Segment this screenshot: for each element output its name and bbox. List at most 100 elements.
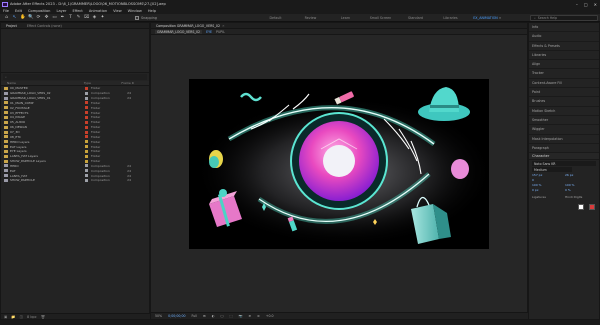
rectangle-tool-icon[interactable]: ▭	[52, 15, 57, 20]
pen-tool-icon[interactable]: ✒	[60, 15, 65, 20]
new-folder-icon[interactable]: 📁	[11, 315, 15, 319]
workspace-small-screen[interactable]: Small Screen	[363, 16, 398, 20]
label-color-swatch[interactable]	[85, 145, 88, 149]
menu-animation[interactable]: Animation	[89, 9, 107, 13]
menu-file[interactable]: File	[3, 9, 9, 13]
label-color-swatch[interactable]	[85, 86, 88, 90]
label-color-swatch[interactable]	[85, 111, 88, 115]
horizontal-scale-value[interactable]: 100 %	[565, 183, 596, 187]
font-size-value[interactable]: 157 px	[532, 173, 563, 177]
label-color-swatch[interactable]	[85, 164, 88, 168]
column-name[interactable]: Name	[1, 81, 84, 85]
menu-window[interactable]: Window	[128, 9, 142, 13]
brush-tool-icon[interactable]: ✎	[76, 15, 81, 20]
label-color-swatch[interactable]	[85, 140, 88, 144]
ligatures-checkbox[interactable]: Ligatures	[532, 195, 563, 199]
help-search-field[interactable]: ⌕ Search Help	[530, 15, 598, 21]
workspace-libraries[interactable]: Libraries	[433, 16, 468, 20]
leading-value[interactable]: 26 px	[565, 173, 596, 177]
home-icon[interactable]: ⌂	[4, 15, 9, 20]
project-row[interactable]: GRAMMAR_LOGO_VERS_02 Composition 24	[1, 91, 149, 96]
workspace-ex-animation[interactable]: EX_ANIMATION	[468, 16, 503, 20]
panel-smoother[interactable]: Smoother	[529, 116, 599, 126]
new-comp-icon[interactable]: ◫	[20, 315, 23, 319]
panel-paint[interactable]: Paint	[529, 88, 599, 98]
label-color-swatch[interactable]	[85, 178, 88, 182]
trash-icon[interactable]: 🗑	[41, 315, 45, 319]
exposure-value[interactable]: +0.0	[266, 314, 274, 318]
label-color-swatch[interactable]	[85, 125, 88, 129]
panel-brushes[interactable]: Brushes	[529, 97, 599, 107]
panel-wiggler[interactable]: Wiggler	[529, 125, 599, 135]
eraser-tool-icon[interactable]: ⌧	[84, 15, 89, 20]
label-color-swatch[interactable]	[85, 174, 88, 178]
project-row[interactable]: SHOW_PARTICLE Composition 24	[1, 178, 149, 183]
guides-icon[interactable]: ⬚	[229, 314, 232, 318]
label-color-swatch[interactable]	[85, 91, 88, 95]
menu-view[interactable]: View	[113, 9, 122, 13]
character-panel-title[interactable]: Character	[529, 153, 599, 161]
label-color-swatch[interactable]	[85, 135, 88, 139]
tab-project[interactable]: Project	[1, 23, 22, 29]
workspace-default[interactable]: Default	[258, 16, 293, 20]
close-tab-icon[interactable]: ✕	[222, 24, 225, 28]
panel-motion-sketch[interactable]: Motion Sketch	[529, 107, 599, 116]
zoom-tool-icon[interactable]: 🔍	[28, 15, 34, 20]
tsume-value[interactable]: 0 %	[565, 188, 596, 192]
workspace-learn[interactable]: Learn	[328, 16, 363, 20]
column-type[interactable]: Type	[84, 81, 121, 85]
menu-help[interactable]: Help	[148, 9, 156, 13]
menu-layer[interactable]: Layer	[56, 9, 66, 13]
hand-tool-icon[interactable]: ✋	[20, 15, 26, 20]
current-time[interactable]: 0;00;00;00	[168, 314, 185, 318]
interpret-footage-icon[interactable]: ▣	[4, 315, 7, 319]
breadcrumb-main-comp[interactable]: GRAMMAR_LOGO_VERS_02	[155, 29, 203, 34]
rotate-tool-icon[interactable]: ⟳	[36, 15, 41, 20]
snapshot-icon[interactable]: 📷	[238, 314, 242, 318]
workspace-more-button[interactable]: »	[499, 16, 501, 20]
panel-audio[interactable]: Audio	[529, 32, 599, 42]
panel-content-aware-fill[interactable]: Content-Aware Fill	[529, 79, 599, 89]
puppet-tool-icon[interactable]: ✦	[100, 15, 105, 20]
label-color-swatch[interactable]	[85, 120, 88, 124]
label-color-swatch[interactable]	[85, 169, 88, 173]
font-family-dropdown[interactable]: Noto Sans KR	[532, 161, 596, 167]
panel-paragraph[interactable]: Paragraph	[529, 144, 599, 154]
baseline-shift-value[interactable]: 0 px	[532, 188, 563, 192]
panel-align[interactable]: Align	[529, 60, 599, 70]
type-tool-icon[interactable]: T	[68, 15, 73, 20]
label-color-swatch[interactable]	[85, 115, 88, 119]
composition-viewer[interactable]	[189, 79, 489, 249]
font-style-dropdown[interactable]: Medium	[532, 167, 572, 173]
resolution-dropdown[interactable]: Full	[192, 314, 197, 318]
maximize-button[interactable]: □	[584, 2, 588, 7]
minimize-button[interactable]: –	[576, 2, 578, 7]
transparency-grid-icon[interactable]: ⊞	[203, 314, 206, 318]
workspace-review[interactable]: Review	[293, 16, 328, 20]
breadcrumb-eye[interactable]: EYE	[206, 30, 212, 34]
project-search-input[interactable]: ⌕	[3, 74, 147, 80]
close-button[interactable]: ✕	[594, 2, 597, 7]
region-of-interest-icon[interactable]: ▢	[220, 314, 223, 318]
breadcrumb-pupil[interactable]: PUPIL	[216, 30, 225, 34]
panel-effects-presets[interactable]: Effects & Presets	[529, 42, 599, 51]
panel-libraries[interactable]: Libraries	[529, 51, 599, 61]
tracking-value[interactable]: 0	[532, 178, 596, 182]
label-color-swatch[interactable]	[85, 149, 88, 153]
tab-composition[interactable]: Composition GRAMMAR_LOGO_VERS_02 ✕	[151, 23, 230, 29]
label-color-swatch[interactable]	[85, 154, 88, 158]
vertical-scale-value[interactable]: 100 %	[532, 183, 563, 187]
snapping-toggle[interactable]: Snapping	[135, 15, 157, 20]
stroke-color-swatch[interactable]	[589, 204, 595, 210]
label-color-swatch[interactable]	[85, 159, 88, 163]
label-color-swatch[interactable]	[85, 101, 88, 105]
label-color-swatch[interactable]	[85, 106, 88, 110]
project-row[interactable]: EAT Composition 24	[1, 168, 149, 173]
project-row[interactable]: GRAMMAR_LOGO_VERS_01 Composition 24	[1, 96, 149, 101]
project-row[interactable]: LANTA_HAT Composition 24	[1, 173, 149, 178]
reset-exposure-icon[interactable]: ⊗	[257, 314, 260, 318]
selection-tool-icon[interactable]: ↖	[12, 15, 17, 20]
panel-info[interactable]: Info	[529, 23, 599, 33]
snapping-checkbox[interactable]	[135, 15, 139, 20]
label-color-swatch[interactable]	[85, 130, 88, 134]
